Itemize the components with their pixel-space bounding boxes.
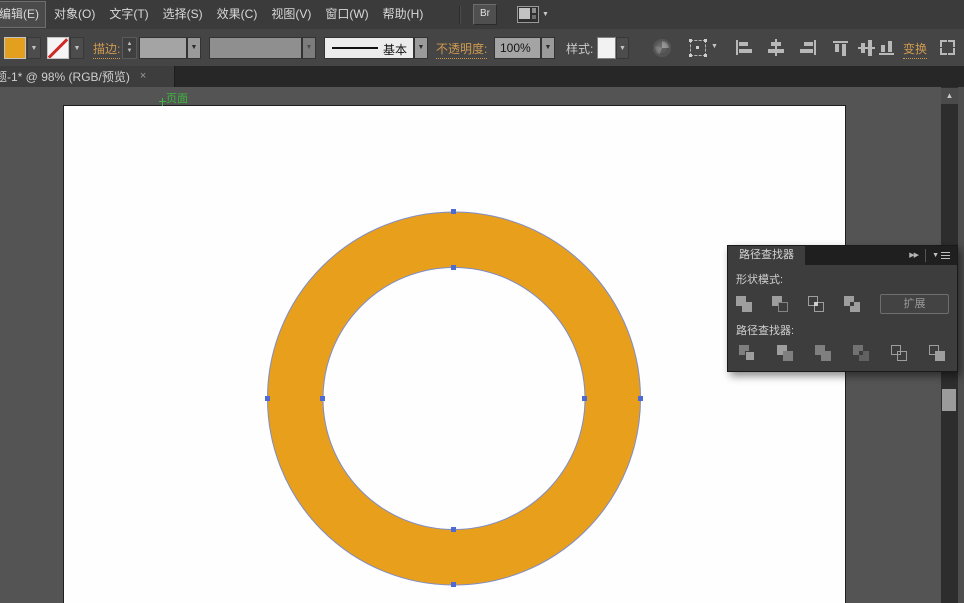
anchor-point[interactable]	[638, 396, 643, 401]
menu-type[interactable]: 文字(T)	[103, 1, 154, 28]
artboard-name-label: 页面	[166, 90, 188, 106]
scroll-up-icon[interactable]: ▲	[941, 88, 958, 104]
control-bar: ▼ ▼ 描边: ▲▼ ▼ ▼ 基本 ▼ 不透明度: 100% ▼ 样式: ▼ ▼…	[0, 29, 964, 67]
expand-button[interactable]: 扩展	[880, 294, 949, 314]
menu-object[interactable]: 对象(O)	[48, 1, 101, 28]
menu-effect[interactable]: 效果(C)	[211, 1, 264, 28]
document-tab[interactable]: 题-1* @ 98% (RGB/预览) ×	[0, 66, 175, 87]
pathfinder-panel: 路径查找器 ▶▶ ▼ 形状模式: 扩展 路径查找器:	[727, 245, 958, 372]
document-title: 题-1* @ 98% (RGB/预览)	[0, 68, 130, 85]
text-cursor-icon	[159, 98, 166, 106]
fill-color-dropdown[interactable]: ▼	[27, 37, 41, 59]
stroke-weight-dropdown[interactable]: ▼	[187, 37, 201, 59]
brush-definition-dropdown[interactable]: ▼	[414, 37, 428, 59]
align-h-center-icon[interactable]	[766, 39, 786, 56]
pathfinder-panel-body: 形状模式: 扩展 路径查找器:	[728, 265, 957, 371]
pathfinder-tab[interactable]: 路径查找器	[728, 246, 805, 265]
menu-bar: 编辑(E) 对象(O) 文字(T) 选择(S) 效果(C) 视图(V) 窗口(W…	[0, 0, 964, 30]
stroke-link[interactable]: 描边:	[93, 40, 120, 59]
brush-stroke-preview-icon	[332, 47, 378, 49]
align-v-center-icon[interactable]	[858, 39, 878, 56]
workspace-switcher-icon	[517, 6, 539, 23]
variable-width-field[interactable]	[209, 37, 302, 59]
chevron-down-icon: ▼	[542, 11, 549, 18]
shape-modes-row: 扩展	[736, 294, 949, 314]
free-transform-icon[interactable]	[940, 40, 955, 55]
divide-icon[interactable]	[739, 345, 756, 362]
align-to-dropdown-icon[interactable]: ▼	[711, 43, 718, 50]
stroke-color-swatch[interactable]	[47, 37, 69, 59]
align-left-icon[interactable]	[734, 39, 754, 56]
stroke-color-dropdown[interactable]: ▼	[70, 37, 84, 59]
style-label: 样式:	[566, 40, 593, 57]
align-to-selection-icon[interactable]	[690, 40, 706, 56]
exclude-icon[interactable]	[844, 296, 861, 313]
canvas-area: 页面 ▲ 路径查找器 ▶▶ ▼ 形状模式: 扩展 路径查找器:	[0, 87, 964, 603]
menu-items: 编辑(E) 对象(O) 文字(T) 选择(S) 效果(C) 视图(V) 窗口(W…	[0, 0, 430, 29]
menu-edit[interactable]: 编辑(E)	[0, 1, 46, 28]
outline-icon[interactable]	[891, 345, 908, 362]
menu-bar-right: Br ▼	[459, 0, 549, 29]
anchor-point[interactable]	[320, 396, 325, 401]
anchor-point[interactable]	[451, 582, 456, 587]
anchor-point[interactable]	[265, 396, 270, 401]
transform-link[interactable]: 变换	[903, 40, 927, 59]
anchor-point[interactable]	[451, 527, 456, 532]
close-tab-icon[interactable]: ×	[140, 71, 146, 82]
stroke-weight-stepper[interactable]: ▲▼	[122, 37, 137, 59]
workspace-switcher[interactable]: ▼	[517, 6, 549, 23]
opacity-link[interactable]: 不透明度:	[436, 40, 487, 59]
shape-modes-label: 形状模式:	[736, 271, 949, 287]
none-slash-icon	[48, 38, 69, 59]
anchor-point[interactable]	[582, 396, 587, 401]
pathfinders-label: 路径查找器:	[736, 322, 949, 338]
donut-inner-circle[interactable]	[323, 268, 585, 530]
intersect-icon[interactable]	[808, 296, 825, 313]
brush-definition-field[interactable]: 基本	[324, 37, 414, 59]
scrollbar-thumb[interactable]	[942, 389, 956, 411]
menu-window[interactable]: 窗口(W)	[319, 1, 374, 28]
anchor-point[interactable]	[451, 209, 456, 214]
opacity-dropdown[interactable]: ▼	[541, 37, 555, 59]
menu-help[interactable]: 帮助(H)	[377, 1, 430, 28]
align-top-icon[interactable]	[832, 39, 852, 56]
crop-icon[interactable]	[853, 345, 870, 362]
panel-menu-icon[interactable]: ▼	[932, 246, 950, 265]
style-dropdown[interactable]: ▼	[616, 37, 629, 59]
panel-dock-strip	[958, 87, 964, 603]
minus-front-icon[interactable]	[772, 296, 789, 313]
fill-color-swatch[interactable]	[4, 37, 26, 59]
menu-view[interactable]: 视图(V)	[265, 1, 317, 28]
document-tab-bar: 题-1* @ 98% (RGB/预览) ×	[0, 66, 964, 87]
style-swatch[interactable]	[597, 37, 616, 59]
align-right-icon[interactable]	[798, 39, 818, 56]
merge-icon[interactable]	[815, 345, 832, 362]
stroke-weight-field[interactable]	[139, 37, 187, 59]
align-bottom-icon[interactable]	[878, 39, 898, 56]
trim-icon[interactable]	[777, 345, 794, 362]
pathfinders-row	[736, 345, 949, 362]
anchor-point[interactable]	[451, 265, 456, 270]
collapse-panel-icon[interactable]: ▶▶	[909, 246, 918, 265]
menu-select[interactable]: 选择(S)	[157, 1, 209, 28]
unite-icon[interactable]	[736, 296, 753, 313]
bridge-button[interactable]: Br	[473, 4, 497, 25]
pathfinder-panel-header[interactable]: 路径查找器 ▶▶ ▼	[728, 246, 957, 265]
variable-width-dropdown[interactable]: ▼	[302, 37, 316, 59]
minus-back-icon[interactable]	[929, 345, 946, 362]
recolor-artwork-icon[interactable]	[653, 39, 671, 57]
brush-definition-value: 基本	[383, 41, 407, 58]
opacity-field[interactable]: 100%	[494, 37, 541, 59]
menu-divider	[459, 6, 461, 24]
